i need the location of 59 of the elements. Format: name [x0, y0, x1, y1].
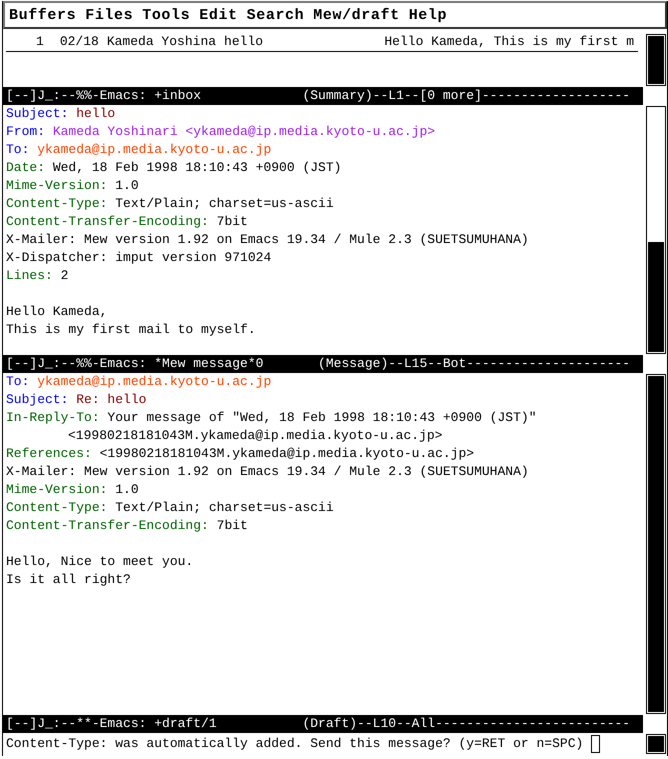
header-value: 1.0	[115, 178, 139, 193]
menu-item[interactable]: Help	[408, 6, 448, 24]
header-value: 1.0	[115, 482, 139, 497]
header-value: Re: hello	[76, 392, 146, 407]
header-name: In-Reply-To:	[6, 410, 100, 425]
header-name: To:	[6, 374, 30, 389]
body-line: This is my first mail to myself.	[6, 322, 256, 337]
scrollbar-thumb[interactable]	[648, 242, 664, 352]
body-line: Is it all right?	[6, 572, 131, 587]
header-name: X-Mailer:	[6, 232, 76, 247]
header-value: Your message of "Wed, 18 Feb 1998 18:10:43 +0900 (JST)"	[107, 410, 536, 425]
header-name: To:	[6, 142, 30, 157]
header-value: Text/Plain; charset=us-ascii	[115, 196, 334, 211]
menu-item[interactable]: Tools	[142, 6, 190, 24]
header-name: References:	[6, 446, 92, 461]
header-value: imput version 971024	[115, 250, 272, 265]
text-cursor	[591, 735, 600, 753]
menu-item[interactable]: Mew/draft	[313, 6, 400, 24]
header-name: From:	[6, 124, 46, 139]
menu-item[interactable]: Files	[85, 6, 134, 24]
header-value: 7bit	[216, 518, 248, 533]
summary-row[interactable]: 1 02/18 Kameda Yoshina hello Hello Kameda, This is my first m	[6, 33, 638, 52]
header-name: Subject:	[6, 106, 68, 121]
body-line: Hello, Nice to meet you.	[6, 554, 194, 569]
header-value: Text/Plain; charset=us-ascii	[115, 500, 334, 515]
minibuffer-prompt: Content-Type: was automatically added. Send this message? (y=RET or n=SPC)	[6, 735, 584, 753]
header-name: X-Mailer:	[6, 464, 76, 479]
scrollbar[interactable]	[646, 106, 666, 354]
header-name: X-Dispatcher:	[6, 250, 108, 265]
header-name: Content-Transfer-Encoding:	[6, 214, 209, 229]
message-date: 02/18	[60, 33, 99, 51]
header-name: Mime-Version:	[6, 178, 108, 193]
body-line: Hello Kameda,	[6, 304, 108, 319]
header-name: Mime-Version:	[6, 482, 108, 497]
header-value: 7bit	[216, 214, 248, 229]
menu-item[interactable]: Buffers	[9, 6, 76, 24]
header-value: 2	[60, 268, 68, 283]
scrollbar-thumb[interactable]	[648, 736, 664, 752]
header-name: Subject:	[6, 392, 68, 407]
header-name: Content-Type:	[6, 196, 108, 211]
header-name: Lines:	[6, 268, 53, 283]
header-name: Content-Transfer-Encoding:	[6, 518, 209, 533]
header-value: <19980218181043M.ykameda@ip.media.kyoto-u.ac.jp>	[100, 446, 474, 461]
message-subject: hello	[224, 33, 264, 51]
menu-item[interactable]: Search	[246, 6, 304, 24]
message-number: 1	[36, 33, 44, 51]
menu-item[interactable]: Edit	[199, 6, 238, 24]
header-value: Mew version 1.92 on Emacs 19.34 / Mule 2.3 (SUETSUMUHANA)	[84, 464, 529, 479]
header-value: <19980218181043M.ykameda@ip.media.kyoto-u.ac.jp>	[68, 428, 442, 443]
header-value: Wed, 18 Feb 1998 18:10:43 +0900 (JST)	[52, 160, 342, 175]
message-preview: Hello Kameda, This is my first m	[384, 33, 634, 51]
header-value: ykameda@ip.media.kyoto-u.ac.jp	[37, 142, 272, 157]
header-value: hello	[76, 106, 116, 121]
header-name: Content-Type:	[6, 500, 108, 515]
header-value: ykameda@ip.media.kyoto-u.ac.jp	[37, 374, 272, 389]
header-value: Kameda Yoshinari <ykameda@ip.media.kyoto-u.ac.jp>	[52, 124, 436, 139]
header-name: Date:	[6, 160, 46, 175]
header-value: Mew version 1.92 on Emacs 19.34 / Mule 2.3 (SUETSUMUHANA)	[84, 232, 529, 247]
message-sender: Kameda Yoshina	[106, 33, 216, 51]
